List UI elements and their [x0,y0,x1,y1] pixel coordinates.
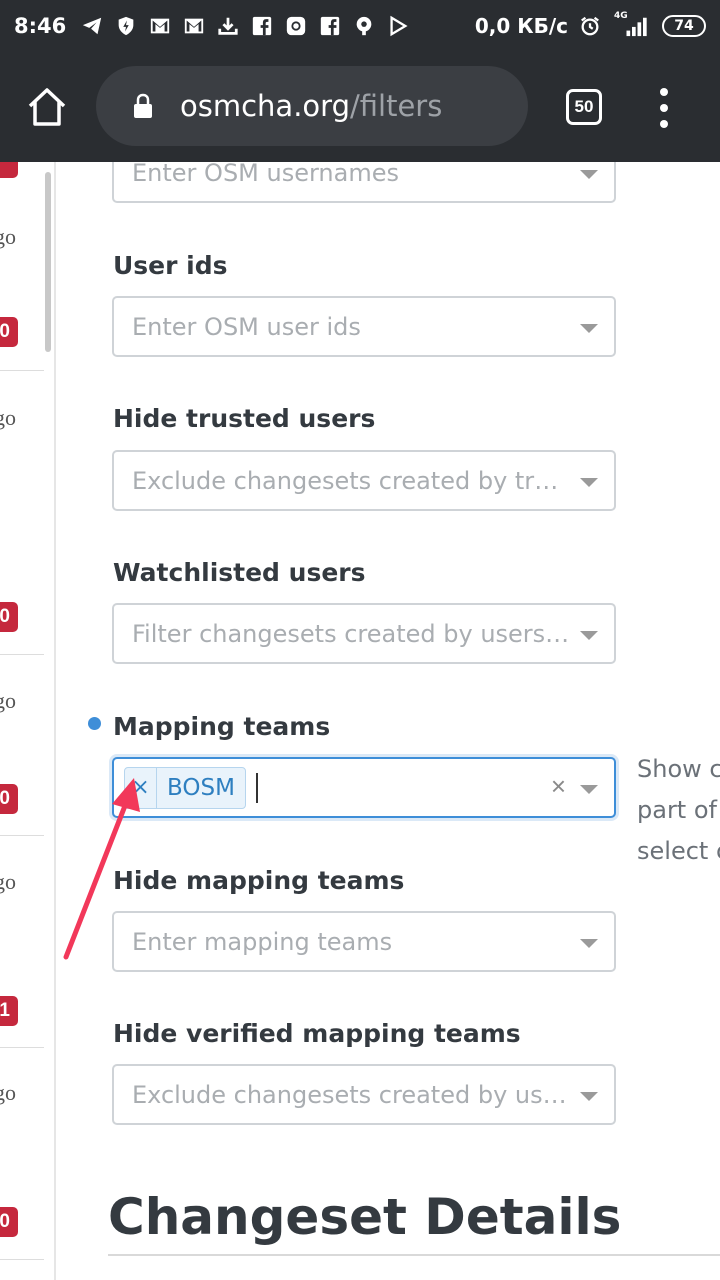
list-divider [0,370,44,371]
section-divider [108,1254,720,1256]
clear-icon[interactable]: × [551,771,566,802]
users-select[interactable]: Enter OSM usernames [112,162,616,203]
chevron-down-icon[interactable] [580,785,598,794]
home-icon [28,88,66,126]
gmail-icon [148,14,172,38]
instagram-icon [284,14,308,38]
list-badge: 0 [0,602,18,632]
hide-verified-label: Hide verified mapping teams [113,1019,521,1048]
chevron-down-icon[interactable] [580,939,598,948]
download-icon [216,14,240,38]
list-divider [0,654,44,655]
status-right: 0,0 КБ/с 4G 74 [474,11,706,38]
help-line: part of [637,796,717,824]
notification-icons [80,14,410,38]
active-filter-dot [88,717,101,730]
network-type: 4G [614,11,628,21]
url-host: osmcha.org [180,89,350,123]
list-item-time: go [0,1080,16,1105]
chevron-down-icon[interactable] [580,324,598,333]
hide-trusted-select[interactable]: Exclude changesets created by truste… [112,450,616,511]
list-badge: 1 [0,996,18,1026]
hide-trusted-placeholder: Exclude changesets created by truste… [132,466,570,495]
chevron-down-icon[interactable] [580,631,598,640]
browser-toolbar: osmcha.org/filters 50 [0,52,720,162]
user-ids-select[interactable]: Enter OSM user ids [112,296,616,357]
list-badge: 0 [0,784,18,814]
selected-team-chip: × BOSM [124,766,246,809]
facebook-icon [250,14,274,38]
list-item-time: go [0,688,16,713]
url-text: osmcha.org/filters [180,89,442,123]
telegram-icon [80,14,104,38]
signal-icon: 4G [612,11,652,38]
list-badge: 0 [0,1207,18,1237]
users-placeholder: Enter OSM usernames [132,162,399,187]
hide-verified-placeholder: Exclude changesets created by users … [132,1080,570,1109]
mapping-teams-help: Show c part of select c [637,749,720,872]
lock-icon [134,93,152,118]
page-content: go 0 go 0 go 0 go 1 go 0 Enter OSM usern… [0,162,720,1280]
list-scrollbar[interactable] [45,172,51,352]
play-icon [386,14,410,38]
list-badge [0,162,18,178]
user-ids-label: User ids [113,251,228,280]
mapping-teams-select[interactable]: × BOSM × [112,757,616,818]
hide-mapping-teams-select[interactable]: Enter mapping teams [112,911,616,972]
url-path: /filters [349,89,443,123]
list-item-time: go [0,869,16,894]
changeset-list[interactable]: go 0 go 0 go 0 go 1 go 0 [0,162,56,1280]
hide-mapping-teams-label: Hide mapping teams [113,866,405,895]
podcast-icon [352,14,376,38]
help-line: Show c [637,755,720,783]
list-divider [0,1259,44,1260]
chip-remove-icon[interactable]: × [125,767,157,808]
list-badge: 0 [0,317,18,347]
tab-switcher-button[interactable]: 50 [566,89,602,125]
watchlisted-select[interactable]: Filter changesets created by users fro… [112,603,616,664]
hide-mapping-teams-placeholder: Enter mapping teams [132,927,393,956]
status-time: 8:46 [14,14,67,38]
chevron-down-icon[interactable] [580,478,598,487]
chevron-down-icon[interactable] [580,170,598,179]
watchlisted-placeholder: Filter changesets created by users fro… [132,619,570,648]
list-divider [0,835,44,836]
tab-count: 50 [574,97,594,116]
hide-trusted-label: Hide trusted users [113,404,376,433]
help-line: select c [637,837,720,865]
gmail-icon [182,14,206,38]
section-title: Changeset Details [108,1188,622,1246]
list-item-time: go [0,405,16,430]
shield-bolt-icon [114,14,138,38]
more-menu-button[interactable] [650,88,678,128]
battery-level: 74 [674,18,694,34]
more-vert-icon [660,88,668,96]
facebook-icon [318,14,342,38]
text-cursor [255,772,258,803]
status-bar: 8:46 0,0 КБ/с 4G 74 [0,0,720,52]
list-item-time: go [0,224,16,249]
watchlisted-label: Watchlisted users [113,558,366,587]
home-button[interactable] [26,86,68,128]
net-speed: 0,0 КБ/с [474,14,568,38]
hide-verified-select[interactable]: Exclude changesets created by users … [112,1064,616,1125]
address-bar[interactable]: osmcha.org/filters [96,66,528,146]
battery-icon: 74 [662,15,706,37]
chevron-down-icon[interactable] [580,1092,598,1101]
user-ids-placeholder: Enter OSM user ids [132,312,361,341]
alarm-icon [578,14,602,38]
list-divider [0,1047,44,1048]
chip-label: BOSM [167,774,235,801]
mapping-teams-label: Mapping teams [113,712,331,741]
